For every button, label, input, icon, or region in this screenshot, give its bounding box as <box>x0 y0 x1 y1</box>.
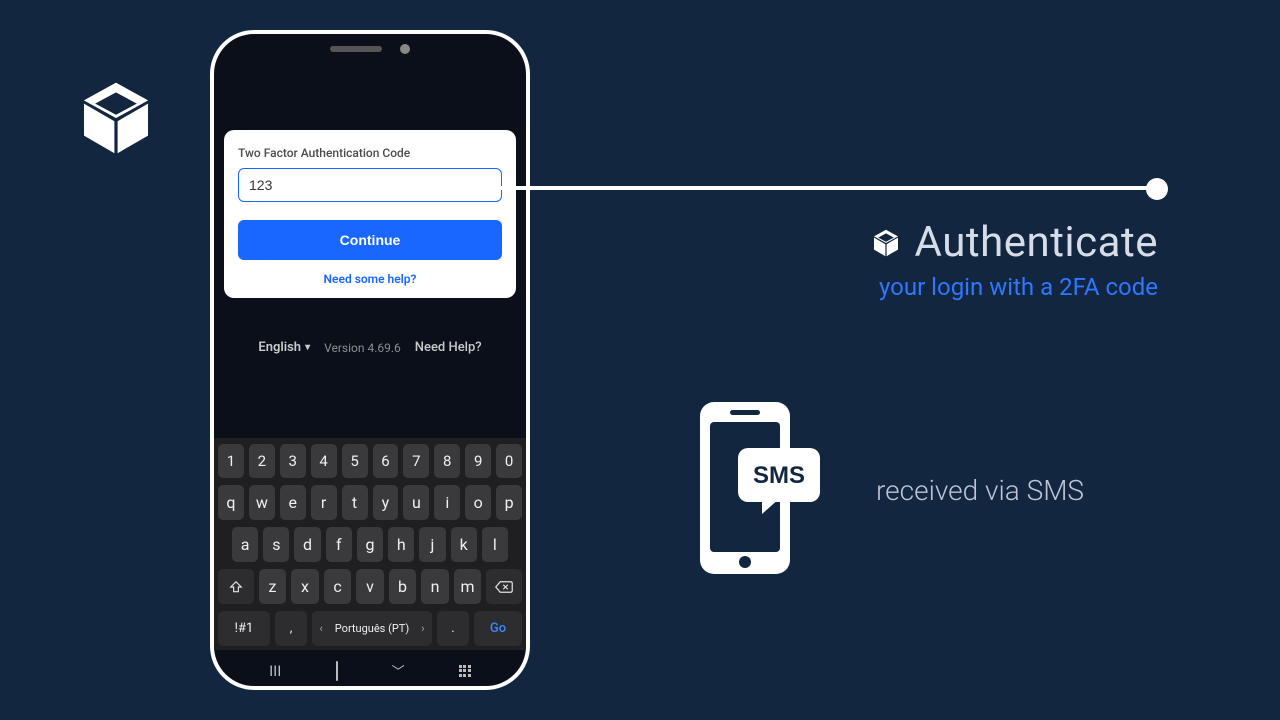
dialog-label: Two Factor Authentication Code <box>238 146 502 160</box>
key-m[interactable]: m <box>454 569 482 604</box>
comma-key[interactable]: , <box>275 611 307 646</box>
key-v[interactable]: v <box>356 569 384 604</box>
home-button[interactable] <box>336 662 338 680</box>
key-7[interactable]: 7 <box>403 444 429 478</box>
key-u[interactable]: u <box>403 485 429 520</box>
key-l[interactable]: l <box>482 527 508 562</box>
key-8[interactable]: 8 <box>434 444 460 478</box>
key-i[interactable]: i <box>434 485 460 520</box>
soft-keyboard: 1 2 3 4 5 6 7 8 9 0 q w e r t y u i o p … <box>214 438 526 650</box>
key-row-bottom: !#1 , ‹ Português (PT) › . Go <box>218 611 522 646</box>
key-0[interactable]: 0 <box>496 444 522 478</box>
key-t[interactable]: t <box>342 485 368 520</box>
shift-key[interactable] <box>218 569 254 604</box>
chevron-left-icon: ‹ <box>319 622 322 635</box>
language-label: English <box>258 340 301 355</box>
key-z[interactable]: z <box>259 569 287 604</box>
key-row-a: a s d f g h j k l <box>218 527 522 562</box>
key-r[interactable]: r <box>311 485 337 520</box>
key-row-numbers: 1 2 3 4 5 6 7 8 9 0 <box>218 444 522 478</box>
phone-frame: Two Factor Authentication Code Continue … <box>210 30 530 690</box>
headline-subtitle: your login with a 2FA code <box>871 273 1158 301</box>
key-k[interactable]: k <box>451 527 477 562</box>
sms-phone-icon: SMS <box>694 398 824 582</box>
language-selector[interactable]: English ▾ <box>258 340 310 355</box>
key-9[interactable]: 9 <box>465 444 491 478</box>
key-x[interactable]: x <box>291 569 319 604</box>
key-5[interactable]: 5 <box>342 444 368 478</box>
need-help-footer[interactable]: Need Help? <box>415 340 482 355</box>
connector-line <box>496 186 1162 190</box>
headline-title: Authenticate <box>915 218 1158 267</box>
chevron-down-icon: ▾ <box>305 342 310 353</box>
language-key[interactable]: ‹ Português (PT) › <box>312 611 432 646</box>
key-3[interactable]: 3 <box>280 444 306 478</box>
need-help-link[interactable]: Need some help? <box>238 272 502 286</box>
key-w[interactable]: w <box>249 485 275 520</box>
shift-icon <box>229 580 243 594</box>
key-h[interactable]: h <box>388 527 414 562</box>
go-key[interactable]: Go <box>474 611 522 646</box>
key-e[interactable]: e <box>280 485 306 520</box>
key-p[interactable]: p <box>496 485 522 520</box>
continue-button[interactable]: Continue <box>238 220 502 260</box>
key-6[interactable]: 6 <box>373 444 399 478</box>
key-s[interactable]: s <box>263 527 289 562</box>
back-button[interactable]: ﹀ <box>392 661 405 680</box>
key-2[interactable]: 2 <box>249 444 275 478</box>
key-d[interactable]: d <box>294 527 320 562</box>
key-row-z: z x c v b n m <box>218 569 522 604</box>
key-g[interactable]: g <box>357 527 383 562</box>
keyboard-language-label: Português (PT) <box>335 622 409 635</box>
connector-dot <box>1146 178 1168 200</box>
dot-key[interactable]: . <box>437 611 469 646</box>
android-navbar: III ﹀ <box>214 661 526 680</box>
cube-logo <box>76 78 156 158</box>
key-c[interactable]: c <box>324 569 352 604</box>
key-row-q: q w e r t y u i o p <box>218 485 522 520</box>
meta-row: English ▾ Version 4.69.6 Need Help? <box>214 340 526 355</box>
key-o[interactable]: o <box>465 485 491 520</box>
backspace-key[interactable] <box>486 569 522 604</box>
recent-apps-button[interactable]: III <box>269 662 281 680</box>
key-y[interactable]: y <box>373 485 399 520</box>
two-factor-dialog: Two Factor Authentication Code Continue … <box>224 130 516 298</box>
backspace-icon <box>495 580 513 594</box>
key-4[interactable]: 4 <box>311 444 337 478</box>
version-label: Version 4.69.6 <box>324 341 401 355</box>
sms-block: SMS received via SMS <box>694 398 1084 582</box>
headline-block: Authenticate your login with a 2FA code <box>871 218 1158 301</box>
chevron-right-icon: › <box>421 622 424 635</box>
key-b[interactable]: b <box>389 569 417 604</box>
key-1[interactable]: 1 <box>218 444 244 478</box>
sms-badge-text: SMS <box>753 462 805 489</box>
key-q[interactable]: q <box>218 485 244 520</box>
key-j[interactable]: j <box>419 527 445 562</box>
key-a[interactable]: a <box>232 527 258 562</box>
keyboard-switch-button[interactable] <box>459 665 471 677</box>
code-input[interactable] <box>238 168 502 202</box>
sms-caption: received via SMS <box>876 474 1084 507</box>
symbols-key[interactable]: !#1 <box>218 611 270 646</box>
key-n[interactable]: n <box>421 569 449 604</box>
key-f[interactable]: f <box>326 527 352 562</box>
phone-notch <box>330 44 410 54</box>
cube-icon-small <box>871 228 901 258</box>
